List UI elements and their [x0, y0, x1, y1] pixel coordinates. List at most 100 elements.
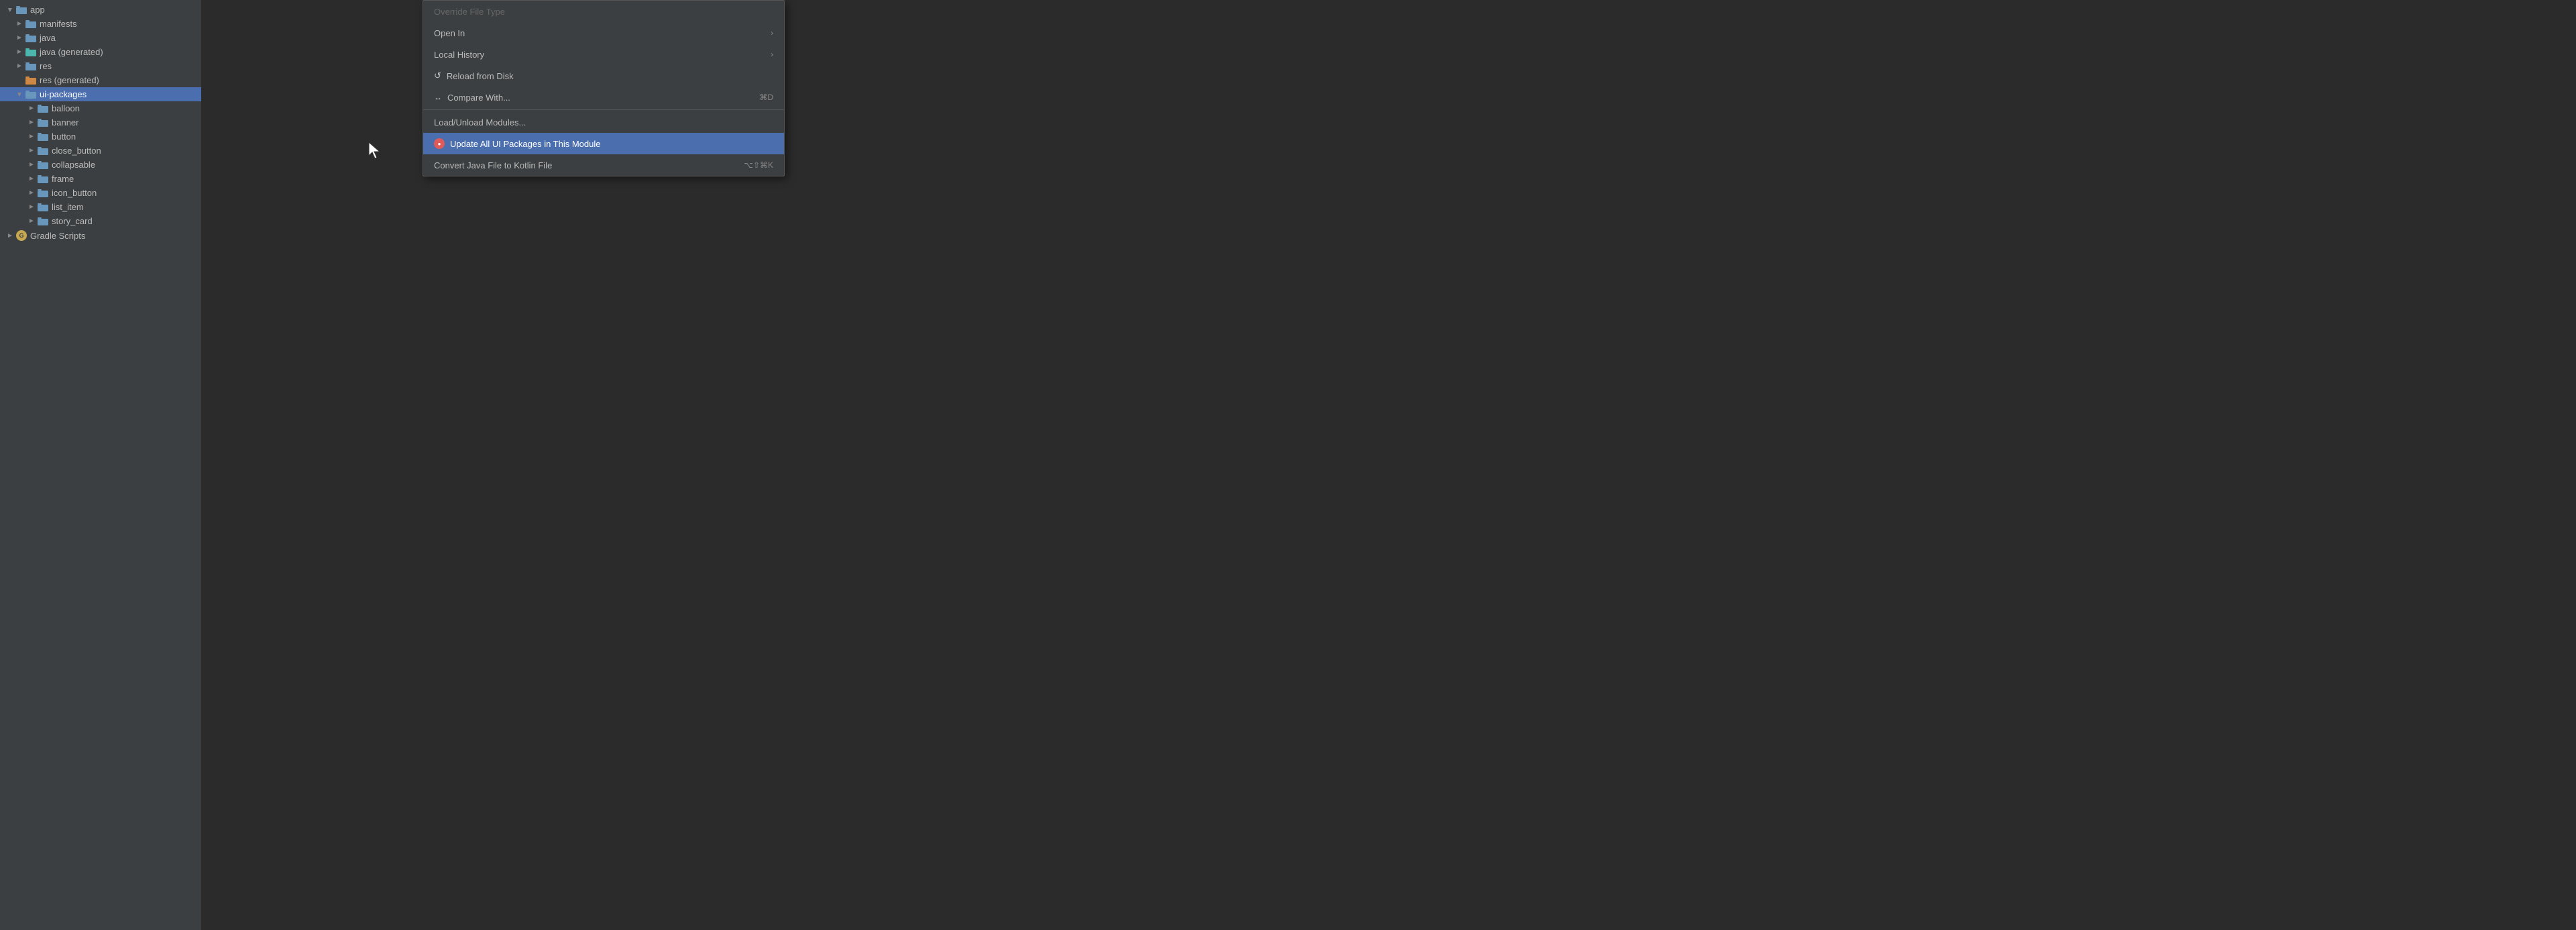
folder-icon [25, 34, 36, 43]
menu-item-label-wrap: Convert Java File to Kotlin File [434, 160, 552, 170]
tree-item-gradle-scripts[interactable]: ►GGradle Scripts [0, 228, 201, 243]
tree-item-label: list_item [52, 202, 84, 212]
tree-item-label: collapsable [52, 160, 95, 170]
menu-item-load-unload-modules[interactable]: Load/Unload Modules... [423, 111, 784, 133]
tree-arrow[interactable]: ► [15, 48, 24, 57]
tree-item-balloon[interactable]: ► balloon [0, 101, 201, 115]
menu-item-compare-with[interactable]: ↔ Compare With... ⌘D [423, 87, 784, 108]
tree-item-label: res (generated) [40, 75, 99, 85]
tree-item-label: button [52, 132, 76, 142]
menu-item-text: Compare With... [447, 93, 510, 103]
menu-item-label-wrap: Open In [434, 28, 465, 38]
tree-item-label: java [40, 33, 56, 43]
tree-arrow[interactable]: ► [27, 217, 36, 226]
tree-item-button[interactable]: ► button [0, 130, 201, 144]
menu-shortcut: ⌘D [759, 93, 773, 102]
tree-item-label: icon_button [52, 188, 97, 198]
tree-arrow[interactable]: ► [27, 132, 36, 142]
folder-icon [38, 203, 48, 212]
tree-item-java-generated[interactable]: ► java (generated) [0, 45, 201, 59]
tree-item-label: ui-packages [40, 89, 87, 99]
folder-icon [38, 146, 48, 156]
folder-icon [38, 132, 48, 142]
tree-arrow[interactable]: ► [27, 203, 36, 212]
update-icon: ● [434, 138, 445, 149]
tree-arrow[interactable]: ► [15, 34, 24, 43]
menu-separator [423, 109, 784, 110]
folder-icon [25, 62, 36, 71]
tree-arrow[interactable]: ► [27, 160, 36, 170]
tree-item-collapsable[interactable]: ► collapsable [0, 158, 201, 172]
tree-item-label: frame [52, 174, 74, 184]
tree-item-app[interactable]: ► app [0, 3, 201, 17]
tree-item-icon_button[interactable]: ► icon_button [0, 186, 201, 200]
context-menu: Override File Type Open In › Local History ›… [423, 0, 785, 176]
tree-arrow[interactable]: ► [27, 104, 36, 113]
submenu-arrow-icon: › [771, 28, 773, 38]
tree-item-close_button[interactable]: ► close_button [0, 144, 201, 158]
tree-arrow[interactable]: ► [5, 5, 15, 15]
tree-item-banner[interactable]: ► banner [0, 115, 201, 130]
menu-item-local-history[interactable]: Local History › [423, 44, 784, 65]
folder-icon [25, 90, 36, 99]
menu-item-label-wrap: Local History [434, 50, 484, 60]
folder-icon [38, 189, 48, 198]
tree-arrow[interactable]: ► [27, 189, 36, 198]
tree-item-label: close_button [52, 146, 101, 156]
tree-item-res-generated[interactable]: res (generated) [0, 73, 201, 87]
tree-item-label: java (generated) [40, 47, 103, 57]
menu-item-label-wrap: Load/Unload Modules... [434, 117, 526, 127]
menu-item-open-in[interactable]: Open In › [423, 22, 784, 44]
folder-icon [38, 217, 48, 226]
submenu-arrow-icon: › [771, 50, 773, 59]
tree-item-frame[interactable]: ► frame [0, 172, 201, 186]
tree-arrow[interactable]: ► [27, 174, 36, 184]
folder-icon [16, 5, 27, 15]
tree-item-label: story_card [52, 216, 93, 226]
menu-item-text: Open In [434, 28, 465, 38]
menu-item-text: Reload from Disk [447, 71, 514, 81]
tree-item-label: Gradle Scripts [30, 231, 85, 241]
folder-icon [25, 48, 36, 57]
tree-arrow[interactable]: ► [15, 90, 24, 99]
tree-arrow[interactable]: ► [15, 19, 24, 29]
tree-item-label: app [30, 5, 45, 15]
menu-item-text: Update All UI Packages in This Module [450, 139, 601, 149]
tree-arrow[interactable]: ► [27, 118, 36, 127]
tree-item-res[interactable]: ► res [0, 59, 201, 73]
tree-item-label: balloon [52, 103, 80, 113]
menu-item-text: Load/Unload Modules... [434, 117, 526, 127]
folder-icon [38, 174, 48, 184]
tree-item-story_card[interactable]: ► story_card [0, 214, 201, 228]
tree-item-label: manifests [40, 19, 77, 29]
menu-item-label-wrap: Override File Type [434, 7, 505, 17]
menu-item-label-wrap: ↺ Reload from Disk [434, 70, 514, 81]
reload-icon: ↺ [434, 70, 441, 81]
tree-item-label: res [40, 61, 52, 71]
folder-icon [38, 160, 48, 170]
tree-item-label: banner [52, 117, 78, 127]
tree-arrow[interactable]: ► [5, 231, 15, 240]
menu-item-text: Local History [434, 50, 484, 60]
compare-icon: ↔ [434, 93, 442, 102]
gradle-icon: G [16, 230, 27, 241]
menu-item-text: Convert Java File to Kotlin File [434, 160, 552, 170]
file-tree[interactable]: ► app ► manifests ► java ► java (generated) ► res… [0, 0, 201, 930]
menu-item-reload-from-disk[interactable]: ↺ Reload from Disk [423, 65, 784, 87]
menu-item-update-all-ui-packages[interactable]: ● Update All UI Packages in This Module [423, 133, 784, 154]
main-content: Override File Type Open In › Local History ›… [201, 0, 2576, 930]
menu-item-convert-java-kotlin[interactable]: Convert Java File to Kotlin File ⌥⇧⌘K [423, 154, 784, 176]
tree-arrow[interactable]: ► [27, 146, 36, 156]
tree-arrow[interactable]: ► [15, 62, 24, 71]
menu-item-text: Override File Type [434, 7, 505, 17]
menu-item-override-file-type: Override File Type [423, 1, 784, 22]
menu-item-label-wrap: ↔ Compare With... [434, 93, 510, 103]
tree-item-ui-packages[interactable]: ► ui-packages [0, 87, 201, 101]
folder-icon [25, 76, 36, 85]
tree-item-java[interactable]: ► java [0, 31, 201, 45]
menu-shortcut: ⌥⇧⌘K [744, 160, 773, 170]
tree-item-list_item[interactable]: ► list_item [0, 200, 201, 214]
menu-item-label-wrap: ● Update All UI Packages in This Module [434, 138, 601, 149]
tree-item-manifests[interactable]: ► manifests [0, 17, 201, 31]
folder-icon [38, 104, 48, 113]
